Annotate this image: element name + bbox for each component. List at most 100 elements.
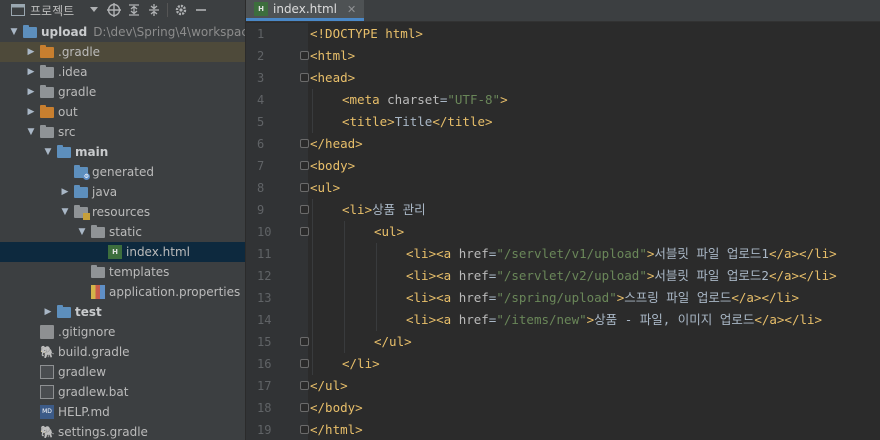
chevron-down-icon[interactable]: ▼: [42, 142, 54, 162]
code-content: <ul>: [374, 221, 404, 243]
tree-item-index-html[interactable]: Hindex.html: [0, 242, 245, 262]
code-token-tag: </a></li>: [768, 246, 837, 261]
code-line[interactable]: <li><a href="/spring/upload">스프링 파일 업로드<…: [308, 287, 880, 309]
code-line[interactable]: <ul>: [308, 177, 880, 199]
code-token-tag: <body>: [310, 158, 356, 173]
code-token-tag: <ul>: [310, 180, 341, 195]
tree-item-upload[interactable]: ▼ upload D:\dev\Spring\4\workspac: [0, 22, 245, 42]
chevron-right-icon[interactable]: ▶: [42, 302, 54, 322]
tree-item-generated[interactable]: ⚙ generated: [0, 162, 245, 182]
chevron-right-icon[interactable]: ▶: [25, 42, 37, 62]
chevron-down-icon[interactable]: ▼: [8, 22, 20, 42]
code-line[interactable]: </li>: [308, 353, 880, 375]
tree-item-java[interactable]: ▶ java: [0, 182, 245, 202]
tree-item-out[interactable]: ▶ out: [0, 102, 245, 122]
chevron-down-icon[interactable]: ▼: [59, 202, 71, 222]
tree-item-resources[interactable]: ▼ resources: [0, 202, 245, 222]
code-area[interactable]: <!DOCTYPE html> <html> <head> <meta charset…: [308, 23, 880, 440]
chevron-right-icon[interactable]: ▶: [25, 62, 37, 82]
code-line[interactable]: <li><a href="/servlet/v2/upload">서블릿 파일 …: [308, 265, 880, 287]
code-line[interactable]: </head>: [308, 133, 880, 155]
code-line[interactable]: </ul>: [308, 375, 880, 397]
tree-item-main[interactable]: ▼ main: [0, 142, 245, 162]
gradle-file-icon: 🐘: [40, 345, 55, 359]
tree-item-gradle[interactable]: ▶ gradle: [0, 82, 245, 102]
line-number: 9: [246, 199, 309, 221]
code-token-doc: <!DOCTYPE html>: [310, 26, 423, 41]
tab-index-html[interactable]: H index.html ✕: [246, 0, 365, 21]
code-line[interactable]: <body>: [308, 155, 880, 177]
settings-gear-icon[interactable]: [171, 0, 191, 20]
expand-all-icon[interactable]: [124, 0, 144, 20]
tree-item-label: .idea: [58, 65, 88, 79]
project-toolbar: 프로젝트: [0, 0, 245, 20]
project-tree: ▼ upload D:\dev\Spring\4\workspac ▶ .gradle ▶…: [0, 22, 245, 440]
tree-item-build-gradle[interactable]: 🐘 build.gradle: [0, 342, 245, 362]
code-content: </ul>: [374, 331, 412, 353]
code-token-tag: <title>: [342, 114, 395, 129]
indent-guide: [312, 111, 313, 133]
code-line[interactable]: <html>: [308, 45, 880, 67]
locate-icon[interactable]: [104, 0, 124, 20]
tree-item-settings-gradle[interactable]: 🐘 settings.gradle: [0, 422, 245, 440]
tree-item-label: main: [75, 145, 109, 159]
line-number: 10: [246, 221, 309, 243]
excluded-folder-icon: [40, 105, 54, 118]
code-token-tag: </li>: [342, 356, 380, 371]
code-token-tag: <ul>: [374, 224, 405, 239]
code-token-text: Title: [394, 114, 433, 129]
tree-item-gradle[interactable]: ▶ .gradle: [0, 42, 245, 62]
tree-item-label: resources: [92, 205, 151, 219]
code-token-attr: href: [458, 290, 489, 305]
tree-item-gradlew[interactable]: gradlew: [0, 362, 245, 382]
code-line[interactable]: </ul>: [308, 331, 880, 353]
line-number: 13: [257, 291, 272, 305]
code-line[interactable]: <ul>: [308, 221, 880, 243]
tree-item-help-md[interactable]: MD HELP.md: [0, 402, 245, 422]
line-number: 12: [257, 269, 272, 283]
tree-item-application-properties[interactable]: application.properties: [0, 282, 245, 302]
dropdown-arrow-icon[interactable]: [84, 0, 104, 20]
tree-item-templates[interactable]: templates: [0, 262, 245, 282]
collapse-all-icon[interactable]: [144, 0, 164, 20]
hide-panel-icon[interactable]: [191, 0, 211, 20]
code-line[interactable]: </html>: [308, 419, 880, 440]
code-line[interactable]: <li><a href="/servlet/v1/upload">서블릿 파일 …: [308, 243, 880, 265]
indent-guide: [344, 287, 345, 309]
line-number: 17: [246, 375, 309, 397]
code-token-tag: </ul>: [310, 378, 348, 393]
chevron-down-icon[interactable]: ▼: [76, 222, 88, 242]
code-token-text: 스프링 파일 업로드: [624, 290, 732, 305]
line-number: 3: [246, 67, 309, 89]
chevron-right-icon[interactable]: ▶: [59, 182, 71, 202]
tree-item-static[interactable]: ▼ static: [0, 222, 245, 242]
folder-icon: [40, 85, 54, 98]
indent-guide: [312, 287, 313, 309]
code-line[interactable]: <title>Title</title>: [308, 111, 880, 133]
tree-item-idea[interactable]: ▶ .idea: [0, 62, 245, 82]
code-token-attr: href: [458, 312, 489, 327]
line-number: 6: [246, 133, 309, 155]
chevron-down-icon[interactable]: ▼: [25, 122, 37, 142]
project-panel-title[interactable]: 프로젝트: [30, 2, 74, 19]
indent-guide: [344, 265, 345, 287]
code-line[interactable]: <!DOCTYPE html>: [308, 23, 880, 45]
indent-guide: [376, 243, 377, 265]
tree-item-src[interactable]: ▼ src: [0, 122, 245, 142]
project-view-icon[interactable]: [8, 0, 28, 20]
code-line[interactable]: <li>상품 관리: [308, 199, 880, 221]
tree-item-gradlew-bat[interactable]: gradlew.bat: [0, 382, 245, 402]
code-line[interactable]: </body>: [308, 397, 880, 419]
close-icon[interactable]: ✕: [347, 3, 356, 16]
chevron-right-icon[interactable]: ▶: [25, 102, 37, 122]
tree-item-test[interactable]: ▶ test: [0, 302, 245, 322]
tree-item-gitignore[interactable]: .gitignore: [0, 322, 245, 342]
indent-guide: [344, 309, 345, 331]
folder-icon: [40, 125, 54, 138]
chevron-right-icon[interactable]: ▶: [25, 82, 37, 102]
code-token-attr: href: [458, 268, 489, 283]
code-line[interactable]: <head>: [308, 67, 880, 89]
code-content: <meta charset="UTF-8">: [342, 89, 508, 111]
code-line[interactable]: <meta charset="UTF-8">: [308, 89, 880, 111]
code-line[interactable]: <li><a href="/items/new">상품 - 파일, 이미지 업로…: [308, 309, 880, 331]
